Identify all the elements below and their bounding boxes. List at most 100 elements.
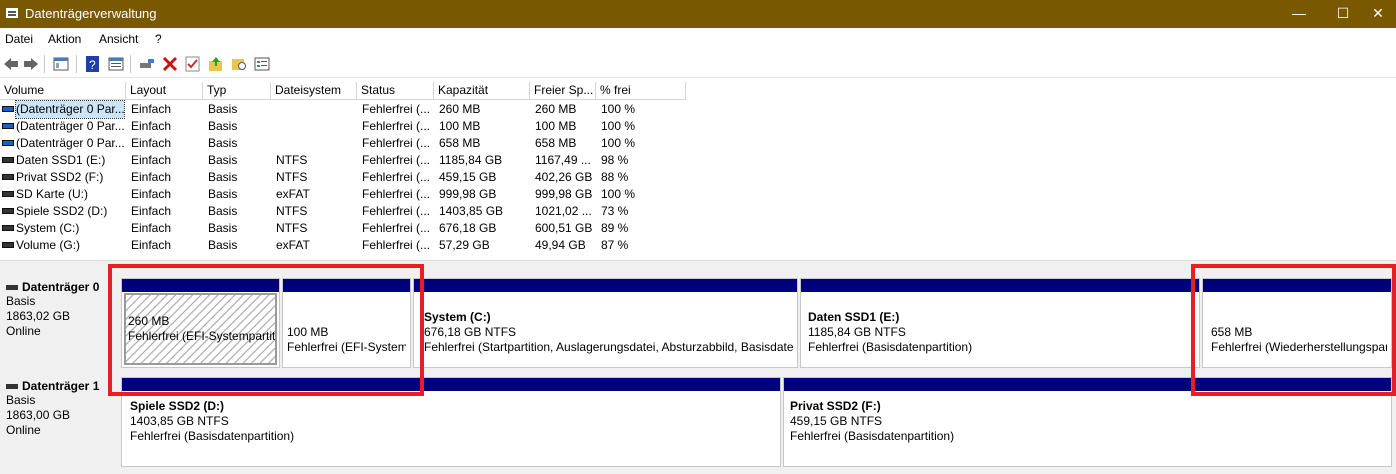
volume-icon (2, 225, 14, 231)
cell-status: Fehlerfrei (... (362, 153, 431, 167)
disk-1-label[interactable]: Datenträger 1 Basis 1863,00 GB Online (0, 375, 118, 467)
menu-help[interactable]: ? (155, 32, 162, 46)
cell-fs: NTFS (276, 170, 308, 184)
volume-icon (2, 191, 14, 197)
title-bar: Datenträgerverwaltung — ☐ ✕ (0, 0, 1396, 28)
volume-icon (2, 208, 14, 214)
disk-0-partition-daten-e[interactable]: Daten SSD1 (E:) 1185,84 GB NTFS Fehlerfr… (800, 278, 1200, 368)
cell-frei: 402,26 GB (535, 170, 593, 184)
disk-management-icon (6, 8, 18, 18)
volume-row[interactable]: System (C:) Einfach Basis NTFS Fehlerfrei (.… (0, 220, 1396, 237)
volume-icon (2, 140, 14, 146)
cell-fs (276, 118, 356, 135)
column-header-prozent-frei[interactable]: % frei (596, 82, 686, 100)
search-folder-icon[interactable] (230, 55, 248, 73)
cell-kap: 100 MB (439, 119, 481, 133)
cell-status: Fehlerfrei (... (362, 136, 431, 150)
disk-1-type: Basis (6, 393, 36, 407)
forward-icon[interactable] (22, 55, 40, 73)
cell-layout: Einfach (131, 102, 172, 116)
column-header-typ[interactable]: Typ (203, 82, 271, 100)
cell-kap: 676,18 GB (439, 221, 497, 235)
highlight-box-recovery-partition (1191, 264, 1396, 396)
cell-status: Fehlerfrei (... (362, 119, 431, 133)
cell-typ: Basis (208, 153, 238, 167)
cell-fs: exFAT (276, 187, 310, 201)
connect-icon[interactable] (138, 55, 156, 73)
cell-typ: Basis (208, 170, 238, 184)
volume-icon (2, 174, 14, 180)
cell-layout: Einfach (131, 136, 172, 150)
volume-row[interactable]: SD Karte (U:) Einfach Basis exFAT Fehlerfrei… (0, 186, 1396, 203)
cell-status: Fehlerfrei (... (362, 221, 431, 235)
cell-volume: Spiele SSD2 (D:) (16, 204, 108, 218)
disk-0-label[interactable]: Datenträger 0 Basis 1863,02 GB Online (0, 276, 118, 368)
disk-0-partition-system-c[interactable]: System (C:) 676,18 GB NTFS Fehlerfrei (S… (413, 278, 798, 368)
back-icon[interactable] (2, 55, 20, 73)
cell-pct: 100 % (601, 187, 636, 201)
disk-icon (6, 384, 18, 390)
cell-status: Fehlerfrei (... (362, 102, 431, 116)
cell-volume: System (C:) (16, 221, 80, 235)
disk-icon (6, 285, 18, 291)
cell-pct: 98 % (601, 153, 629, 167)
check-icon[interactable] (184, 55, 202, 73)
close-button[interactable]: ✕ (1360, 0, 1396, 28)
volume-row[interactable]: (Datenträger 0 Par... Einfach Basis Fehlerf… (0, 118, 1396, 135)
cell-fs (276, 101, 356, 118)
column-header-kapazitaet[interactable]: Kapazität (434, 82, 530, 100)
menu-bar: Datei Aktion Ansicht ? (0, 28, 1396, 50)
column-header-freier-speicher[interactable]: Freier Sp... (530, 82, 596, 100)
cell-layout: Einfach (131, 187, 172, 201)
cell-kap: 459,15 GB (439, 170, 497, 184)
console-tree-icon[interactable] (52, 55, 70, 73)
column-header-dateisystem[interactable]: Dateisystem (271, 82, 357, 100)
cell-frei: 100 MB (535, 119, 577, 133)
disk-1-size: 1863,00 GB (6, 408, 71, 422)
volume-row[interactable]: (Datenträger 0 Par... Einfach Basis Fehlerf… (0, 135, 1396, 152)
cell-fs: NTFS (276, 204, 308, 218)
menu-aktion[interactable]: Aktion (48, 32, 81, 46)
column-header-status[interactable]: Status (357, 82, 434, 100)
volume-row[interactable]: Privat SSD2 (F:) Einfach Basis NTFS Fehlerfr… (0, 169, 1396, 186)
help-icon[interactable]: ? (84, 55, 102, 73)
partition-size: 459,15 GB NTFS (790, 414, 883, 428)
cell-pct: 89 % (601, 221, 629, 235)
properties-icon[interactable] (107, 55, 125, 73)
menu-datei[interactable]: Datei (5, 32, 33, 46)
cell-typ: Basis (208, 238, 238, 252)
menu-ansicht[interactable]: Ansicht (99, 32, 138, 46)
disk-1-name: Datenträger 1 (22, 379, 100, 393)
column-header-volume[interactable]: Volume (0, 82, 126, 100)
window-title: Datenträgerverwaltung (25, 6, 157, 21)
disk-0-name: Datenträger 0 (22, 280, 100, 294)
volume-row[interactable]: Volume (G:) Einfach Basis exFAT Fehlerfrei (… (0, 237, 1396, 254)
list-icon[interactable] (253, 55, 271, 73)
cell-status: Fehlerfrei (... (362, 204, 431, 218)
partition-name: Privat SSD2 (F:) (790, 399, 881, 413)
volume-row[interactable]: Daten SSD1 (E:) Einfach Basis NTFS Fehlerfre… (0, 152, 1396, 169)
cell-fs (276, 135, 356, 152)
cell-frei: 1021,02 ... (535, 204, 592, 218)
cell-fs: NTFS (276, 153, 308, 167)
minimize-button[interactable]: — (1276, 0, 1322, 28)
volume-icon (2, 123, 14, 129)
cell-layout: Einfach (131, 153, 172, 167)
cell-typ: Basis (208, 119, 238, 133)
volume-row[interactable]: Spiele SSD2 (D:) Einfach Basis NTFS Fehlerfr… (0, 203, 1396, 220)
partition-size: 676,18 GB NTFS (424, 325, 517, 339)
cell-pct: 100 % (601, 136, 636, 150)
delete-icon[interactable] (161, 55, 179, 73)
cell-frei: 1167,49 ... (535, 153, 591, 167)
partition-name: Daten SSD1 (E:) (808, 310, 900, 324)
column-header-layout[interactable]: Layout (126, 82, 203, 100)
highlight-box-efi-partitions (108, 264, 424, 396)
folder-up-icon[interactable] (207, 55, 225, 73)
cell-layout: Einfach (131, 221, 172, 235)
cell-typ: Basis (208, 204, 238, 218)
volume-row[interactable]: (Datenträger 0 Par... Einfach Basis Fehlerf… (0, 100, 1396, 119)
cell-typ: Basis (208, 102, 238, 116)
cell-volume: SD Karte (U:) (16, 187, 89, 201)
cell-frei: 260 MB (535, 102, 577, 116)
cell-layout: Einfach (131, 238, 172, 252)
